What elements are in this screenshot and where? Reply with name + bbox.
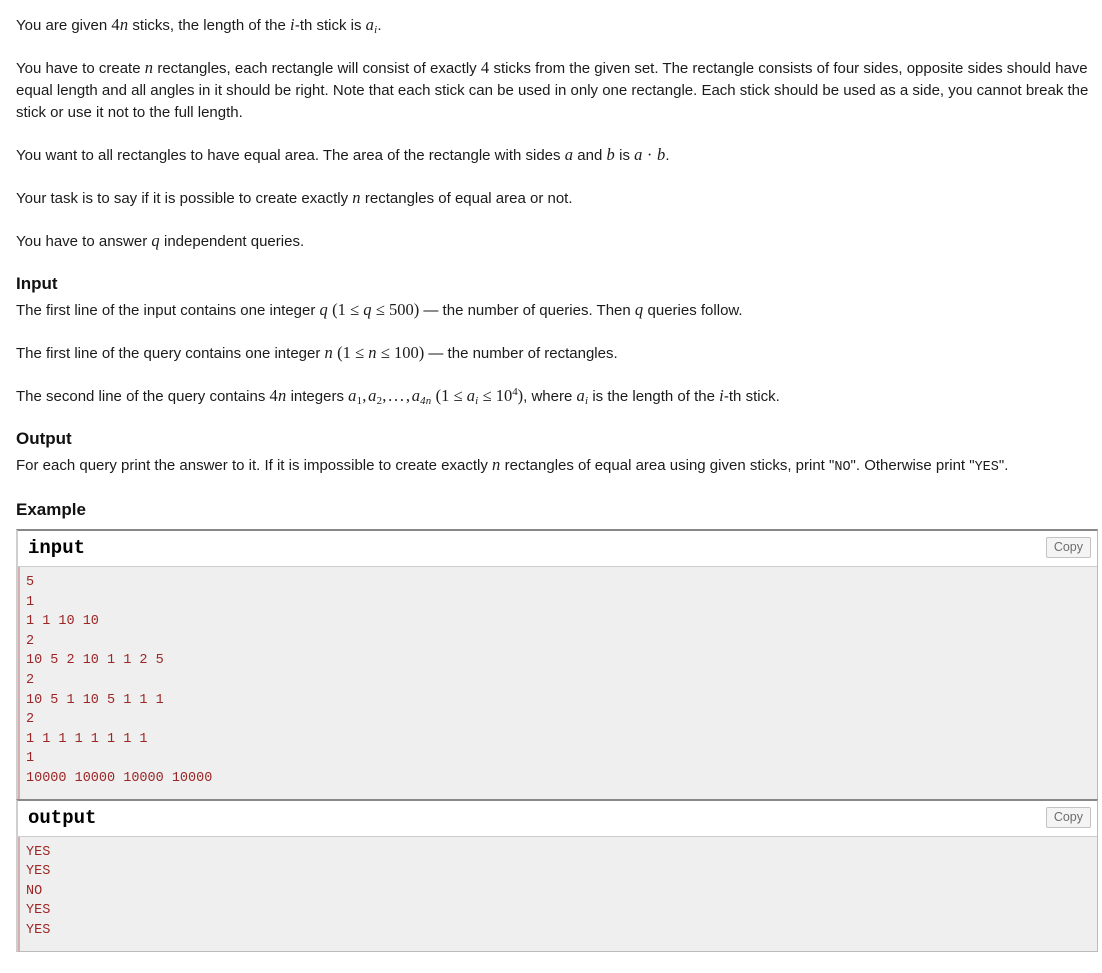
sample-line: YES: [26, 903, 51, 919]
sample-output-header: output Copy: [18, 800, 1097, 837]
text-run: ". Otherwise print ": [850, 457, 975, 474]
paragraph-area: You want to all rectangles to have equal…: [16, 144, 1096, 167]
text-run: and: [573, 147, 607, 164]
sample-line: NO: [26, 883, 43, 899]
text-run: rectangles of equal area or not.: [360, 190, 573, 207]
math-constraint-ai: (1 ≤ ai ≤ 104): [435, 386, 524, 408]
literal-no: NO: [834, 460, 851, 475]
text-run: The second line of the query contains: [16, 388, 270, 405]
text-run: ".: [998, 457, 1009, 474]
output-section-heading: Output: [16, 429, 72, 448]
math-4: 4: [480, 58, 490, 77]
sample-line: YES: [26, 844, 51, 860]
sample-input-title: input: [28, 537, 86, 559]
sample-line: YES: [26, 864, 51, 880]
text-run: is the length of the: [588, 388, 720, 405]
text-run: — the number of queries. Then: [419, 302, 635, 319]
text-run: -th stick.: [723, 388, 780, 405]
text-run: For each query print the answer to it. I…: [16, 457, 493, 474]
text-run: The first line of the query contains one…: [16, 345, 325, 362]
sample-line: 10000 10000 10000 10000: [26, 770, 213, 786]
math-b: b: [606, 145, 615, 164]
text-run: The first line of the input contains one…: [16, 302, 320, 319]
text-run: is: [614, 147, 635, 164]
text-run: sticks, the length of the: [128, 17, 291, 34]
sample-line: 1 1 10 10: [26, 614, 99, 630]
sample-line: YES: [26, 922, 51, 938]
text-run: — the number of rectangles.: [424, 345, 618, 362]
paragraph-task: Your task is to say if it is possible to…: [16, 187, 1096, 210]
math-n: n: [144, 58, 154, 77]
text-run: rectangles, each rectangle will consist …: [153, 60, 481, 77]
math-a-list: a1, a2, . . . , a4n: [348, 386, 432, 408]
text-run: Your task is to say if it is possible to…: [16, 190, 353, 207]
text-run: , where: [523, 388, 577, 405]
copy-output-button[interactable]: Copy: [1045, 806, 1091, 828]
text-run: independent queries.: [159, 233, 305, 250]
math-4n: 4n: [111, 15, 129, 34]
sample-line: 2: [26, 672, 35, 688]
paragraph-queries: You have to answer q independent queries…: [16, 230, 1096, 253]
example-section-heading: Example: [16, 500, 86, 519]
paragraph-sticks: You are given 4n sticks, the length of t…: [16, 14, 1096, 37]
sample-output-body[interactable]: YES YES NO YES YES: [18, 836, 1097, 951]
text-run: You have to create: [16, 60, 145, 77]
sample-line: 1: [26, 594, 35, 610]
sample-line: 10 5 2 10 1 1 2 5: [26, 653, 164, 669]
problem-statement-page: You are given 4n sticks, the length of t…: [0, 0, 1102, 952]
literal-yes: YES: [974, 460, 999, 475]
math-a-dot-b: a · b: [634, 145, 666, 164]
sample-line: 2: [26, 633, 35, 649]
math-n: n: [324, 343, 333, 362]
input-line-1: The first line of the input contains one…: [16, 299, 1096, 322]
text-run: You are given: [16, 17, 112, 34]
math-n: n: [352, 188, 361, 207]
sample-line: 2: [26, 712, 35, 728]
text-run: You want to all rectangles to have equal…: [16, 147, 565, 164]
text-run: You have to answer: [16, 233, 152, 250]
paragraph-rectangles: You have to create n rectangles, each re…: [16, 57, 1096, 124]
sample-block-output: output Copy YES YES NO YES YES: [16, 798, 1098, 952]
math-n: n: [492, 455, 501, 474]
text-run: .: [377, 17, 382, 34]
math-4n: 4n: [269, 386, 287, 405]
text-run: .: [665, 147, 670, 164]
sample-output-title: output: [28, 806, 97, 829]
math-q: q: [151, 231, 160, 250]
input-line-2: The first line of the query contains one…: [16, 342, 1096, 365]
text-run: queries follow.: [643, 302, 743, 319]
sample-input-header: input Copy: [18, 531, 1097, 567]
math-a-i: ai: [365, 15, 378, 37]
sample-line: 10 5 1 10 5 1 1 1: [26, 692, 164, 708]
text-run: rectangles of equal area using given sti…: [500, 457, 835, 474]
math-a: a: [564, 145, 574, 164]
output-description: For each query print the answer to it. I…: [16, 454, 1096, 479]
math-constraint-n: (1 ≤ n ≤ 100): [337, 343, 425, 362]
copy-input-button[interactable]: Copy: [1045, 537, 1091, 558]
math-a-i: ai: [576, 386, 589, 408]
text-run: integers: [286, 388, 349, 405]
sample-line: 1 1 1 1 1 1 1 1: [26, 731, 148, 747]
sample-line: 5: [26, 575, 35, 590]
sample-line: 1: [26, 751, 35, 767]
input-section-heading: Input: [16, 274, 58, 293]
text-run: -th stick is: [294, 17, 366, 34]
sample-input-body[interactable]: 5 1 1 1 10 10 2 10 5 2 10 1 1 2 5 2 10 5 1 10 …: [18, 567, 1097, 799]
math-constraint-q: (1 ≤ q ≤ 500): [332, 300, 420, 319]
math-q: q: [319, 300, 328, 319]
sample-tests: input Copy 5 1 1 1 10 10 2 10 5 2 10 1 1 2 5…: [16, 529, 1098, 952]
sample-block-input: input Copy 5 1 1 1 10 10 2 10 5 2 10 1 1 2 5…: [16, 529, 1098, 800]
input-line-3: The second line of the query contains 4n…: [16, 385, 1096, 408]
